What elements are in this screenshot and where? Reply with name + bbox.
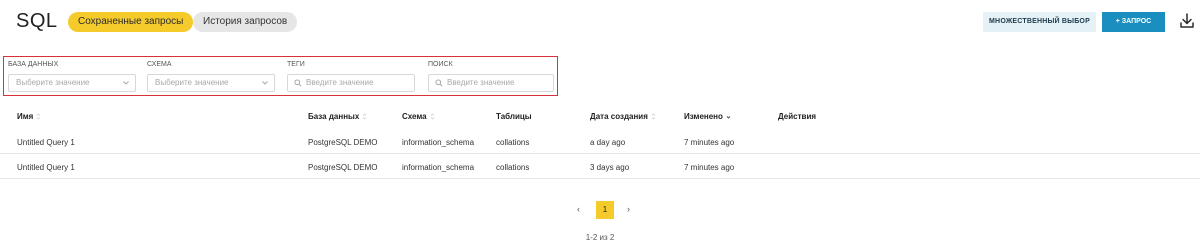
pagination-next-button[interactable]: › (627, 204, 630, 214)
queries-table: Имя База данных Схема Таблицы Дата созда… (0, 106, 1200, 179)
sort-icon (430, 113, 434, 120)
column-schema-header[interactable]: Схема (402, 112, 435, 121)
cell-modified: 7 minutes ago (684, 163, 735, 172)
column-created-label: Дата создания (590, 112, 648, 121)
column-tables-label: Таблицы (496, 112, 532, 121)
search-icon (294, 79, 302, 87)
pagination-summary: 1-2 из 2 (585, 233, 615, 242)
search-icon (435, 79, 443, 87)
column-schema-label: Схема (402, 112, 427, 121)
filter-schema-label: СХЕМА (147, 61, 172, 68)
filter-database: БАЗА ДАННЫХ Выберите значение (8, 60, 136, 92)
filter-schema: СХЕМА Выберите значение (147, 60, 275, 92)
sort-icon (651, 113, 656, 120)
filter-search: ПОИСК Введите значение (428, 60, 554, 92)
add-query-button[interactable]: + ЗАПРОС (1102, 12, 1165, 32)
tab-query-history[interactable]: История запросов (193, 12, 298, 32)
database-select-placeholder: Выберите значение (16, 78, 90, 87)
cell-name[interactable]: Untitled Query 1 (17, 138, 75, 147)
multi-select-button[interactable]: МНОЖЕСТВЕННЫЙ ВЫБОР (983, 12, 1096, 32)
page-header: SQL Сохраненные запросы История запросов… (0, 0, 1200, 44)
cell-name[interactable]: Untitled Query 1 (17, 163, 75, 172)
column-name-header[interactable]: Имя (17, 112, 41, 121)
column-name-label: Имя (17, 112, 34, 121)
cell-database: PostgreSQL DEMO (308, 163, 378, 172)
table-header: Имя База данных Схема Таблицы Дата созда… (0, 106, 1200, 129)
pagination-prev-button[interactable]: ‹ (577, 204, 580, 214)
chevron-down-icon (262, 81, 268, 85)
filter-panel: БАЗА ДАННЫХ Выберите значение СХЕМА Выбе… (3, 56, 558, 96)
sort-descending-icon (726, 116, 731, 119)
cell-schema: information_schema (402, 138, 475, 147)
download-icon[interactable] (1179, 12, 1195, 30)
cell-tables: collations (496, 138, 530, 147)
search-input-placeholder: Введите значение (447, 78, 515, 87)
table-row[interactable]: Untitled Query 1 PostgreSQL DEMO informa… (0, 154, 1200, 179)
cell-schema: information_schema (402, 163, 475, 172)
schema-select-placeholder: Выберите значение (155, 78, 229, 87)
filter-tags: ТЕГИ Введите значение (287, 60, 415, 92)
pagination: ‹ 1 › (0, 201, 1200, 219)
page-title: SQL (16, 10, 58, 32)
filter-tags-label: ТЕГИ (287, 61, 305, 68)
filter-search-label: ПОИСК (428, 61, 453, 68)
column-modified-header[interactable]: Изменено (684, 112, 731, 121)
sort-icon (363, 113, 367, 120)
table-row[interactable]: Untitled Query 1 PostgreSQL DEMO informa… (0, 129, 1200, 154)
column-database-label: База данных (308, 112, 360, 121)
column-database-header[interactable]: База данных (308, 112, 367, 121)
database-select[interactable]: Выберите значение (8, 74, 136, 92)
sort-icon (37, 113, 41, 120)
tags-input-placeholder: Введите значение (306, 78, 374, 87)
column-tables-header: Таблицы (496, 112, 532, 121)
tags-input[interactable]: Введите значение (287, 74, 415, 92)
cell-created: a day ago (590, 138, 626, 147)
column-modified-label: Изменено (684, 112, 723, 121)
search-input[interactable]: Введите значение (428, 74, 554, 92)
cell-database: PostgreSQL DEMO (308, 138, 378, 147)
column-created-header[interactable]: Дата создания (590, 112, 656, 121)
filter-database-label: БАЗА ДАННЫХ (8, 61, 59, 68)
cell-tables: collations (496, 163, 530, 172)
schema-select[interactable]: Выберите значение (147, 74, 275, 92)
chevron-down-icon (123, 81, 129, 85)
cell-modified: 7 minutes ago (684, 138, 735, 147)
pagination-page-current[interactable]: 1 (596, 201, 614, 219)
cell-created: 3 days ago (590, 163, 630, 172)
tab-saved-queries[interactable]: Сохраненные запросы (68, 12, 194, 32)
column-actions-header: Действия (778, 112, 816, 121)
column-actions-label: Действия (778, 112, 817, 121)
